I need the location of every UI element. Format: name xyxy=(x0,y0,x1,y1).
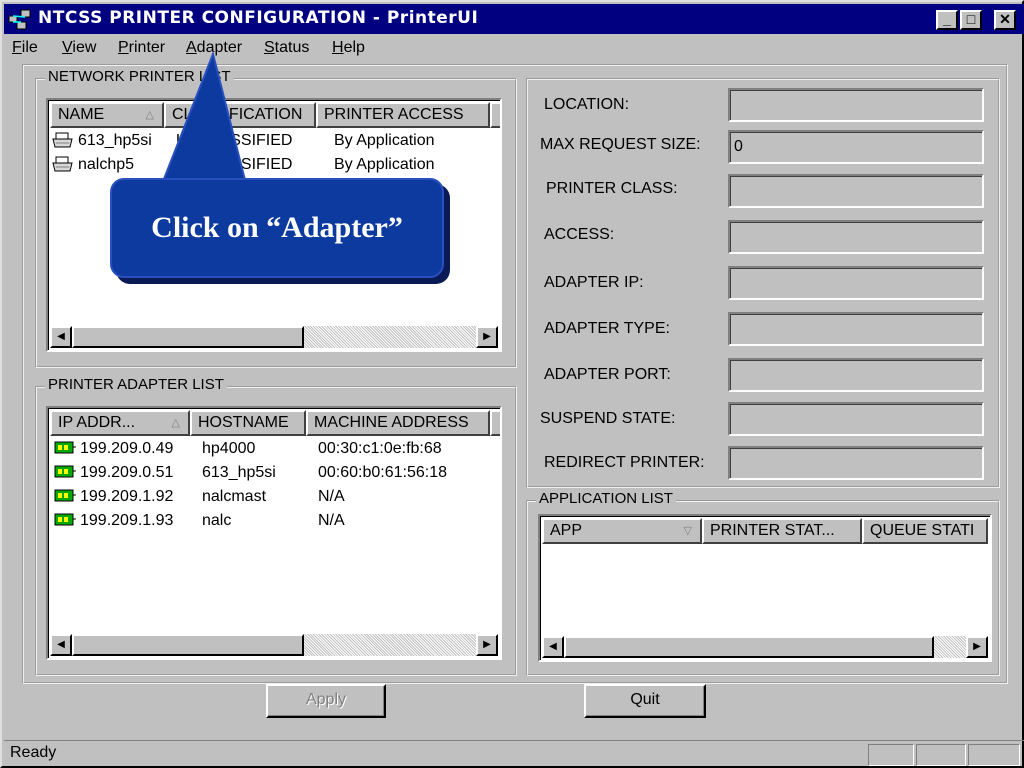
scroll-right-icon[interactable]: ▶ xyxy=(476,326,498,348)
adapter-icon xyxy=(54,464,76,485)
list-item[interactable]: 199.209.0.49 hp4000 00:30:c1:0e:fb:68 xyxy=(52,438,500,462)
adapter-ip-label: ADAPTER IP: xyxy=(544,274,644,291)
column-header-machine-address[interactable]: MACHINE ADDRESS xyxy=(306,410,490,436)
application-listview[interactable]: APP ▽ PRINTER STAT... QUEUE STATI ◀ ▶ xyxy=(538,514,992,662)
menu-file[interactable]: File xyxy=(12,39,38,57)
redirect-printer-field[interactable] xyxy=(728,446,984,480)
scroll-right-icon[interactable]: ▶ xyxy=(966,636,988,658)
horizontal-scrollbar[interactable]: ◀ ▶ xyxy=(50,326,498,348)
scrollbar-thumb[interactable] xyxy=(72,326,304,348)
title-bar[interactable]: NTCSS PRINTER CONFIGURATION - PrinterUI … xyxy=(4,4,1024,34)
suspend-state-field[interactable] xyxy=(728,402,984,436)
sort-up-icon: △ xyxy=(171,417,180,429)
printer-class-label: PRINTER CLASS: xyxy=(546,180,678,197)
app-icon xyxy=(8,8,32,30)
sort-down-icon: ▽ xyxy=(683,525,692,537)
scrollbar-thumb[interactable] xyxy=(564,636,934,658)
column-header-filler xyxy=(490,410,500,436)
status-panel xyxy=(916,744,966,766)
list-item[interactable]: 199.209.1.92 nalcmast N/A xyxy=(52,486,500,510)
access-field[interactable] xyxy=(728,220,984,254)
list-item[interactable]: 199.209.1.93 nalc N/A xyxy=(52,510,500,534)
list-item[interactable]: 613_hp5si UNCLASSIFIED By Application xyxy=(52,130,500,154)
access-label: ACCESS: xyxy=(544,226,615,243)
adapter-icon xyxy=(54,440,76,461)
adapter-ip-field[interactable] xyxy=(728,266,984,300)
column-header-ip-address[interactable]: IP ADDR... △ xyxy=(50,410,190,436)
minimize-button[interactable]: _ xyxy=(936,10,958,30)
redirect-printer-label: REDIRECT PRINTER: xyxy=(544,454,705,471)
menu-printer[interactable]: Printer xyxy=(118,39,165,57)
scrollbar-thumb[interactable] xyxy=(72,634,304,656)
application-list-group-label: APPLICATION LIST xyxy=(536,490,676,507)
window-title: NTCSS PRINTER CONFIGURATION - PrinterUI xyxy=(38,8,479,28)
menu-adapter[interactable]: Adapter xyxy=(186,39,242,57)
printer-adapter-listview[interactable]: IP ADDR... △ HOSTNAME MACHINE ADDRESS 19… xyxy=(46,406,502,660)
horizontal-scrollbar[interactable]: ◀ ▶ xyxy=(50,634,498,656)
scroll-left-icon[interactable]: ◀ xyxy=(50,634,72,656)
column-header-queue-status[interactable]: QUEUE STATI xyxy=(862,518,988,544)
horizontal-scrollbar[interactable]: ◀ ▶ xyxy=(542,636,988,658)
callout-text: Click on “Adapter” xyxy=(151,211,403,244)
adapter-port-field[interactable] xyxy=(728,358,984,392)
status-divider xyxy=(4,740,1024,741)
adapter-type-label: ADAPTER TYPE: xyxy=(544,320,670,337)
adapter-port-label: ADAPTER PORT: xyxy=(544,366,671,383)
column-header-filler xyxy=(490,102,500,128)
max-request-size-label: MAX REQUEST SIZE: xyxy=(540,136,701,153)
apply-button[interactable]: Apply xyxy=(266,684,386,718)
list-item[interactable]: nalchp5 UNCLASSIFIED By Application xyxy=(52,154,500,178)
maximize-button[interactable]: □ xyxy=(960,10,982,30)
column-header-name[interactable]: NAME △ xyxy=(50,102,164,128)
column-header-hostname[interactable]: HOSTNAME xyxy=(190,410,306,436)
adapter-icon xyxy=(54,488,76,509)
application-window: NTCSS PRINTER CONFIGURATION - PrinterUI … xyxy=(0,0,1024,768)
location-field[interactable] xyxy=(728,88,984,122)
scroll-left-icon[interactable]: ◀ xyxy=(542,636,564,658)
menu-view[interactable]: View xyxy=(62,39,96,57)
list-item[interactable]: 199.209.0.51 613_hp5si 00:60:b0:61:56:18 xyxy=(52,462,500,486)
adapter-icon xyxy=(54,512,76,533)
menu-help[interactable]: Help xyxy=(332,39,365,57)
status-text: Ready xyxy=(10,744,57,761)
status-panel xyxy=(968,744,1020,766)
printer-class-field[interactable] xyxy=(728,174,984,208)
column-header-printer-access[interactable]: PRINTER ACCESS xyxy=(316,102,490,128)
scroll-left-icon[interactable]: ◀ xyxy=(50,326,72,348)
scroll-right-icon[interactable]: ▶ xyxy=(476,634,498,656)
column-header-classification[interactable]: CLASSIFICATION xyxy=(164,102,316,128)
suspend-state-label: SUSPEND STATE: xyxy=(540,410,676,427)
sort-up-icon: △ xyxy=(145,109,154,121)
callout-box: Click on “Adapter” xyxy=(110,178,444,278)
column-header-printer-status[interactable]: PRINTER STAT... xyxy=(702,518,862,544)
menu-status[interactable]: Status xyxy=(264,39,309,57)
location-label: LOCATION: xyxy=(544,96,630,113)
status-panel xyxy=(868,744,914,766)
printer-icon xyxy=(52,132,74,155)
close-button[interactable]: ✕ xyxy=(994,10,1016,30)
printer-icon xyxy=(52,156,74,179)
adapter-type-field[interactable] xyxy=(728,312,984,346)
column-header-app[interactable]: APP ▽ xyxy=(542,518,702,544)
printer-adapter-group-label: PRINTER ADAPTER LIST xyxy=(45,376,227,393)
menu-bar: File View Printer Adapter Status Help xyxy=(4,34,1024,62)
max-request-size-field[interactable]: 0 xyxy=(728,130,984,164)
network-printer-group-label: NETWORK PRINTER LIST xyxy=(45,68,234,85)
status-bar: Ready xyxy=(4,740,1024,768)
quit-button[interactable]: Quit xyxy=(584,684,706,718)
